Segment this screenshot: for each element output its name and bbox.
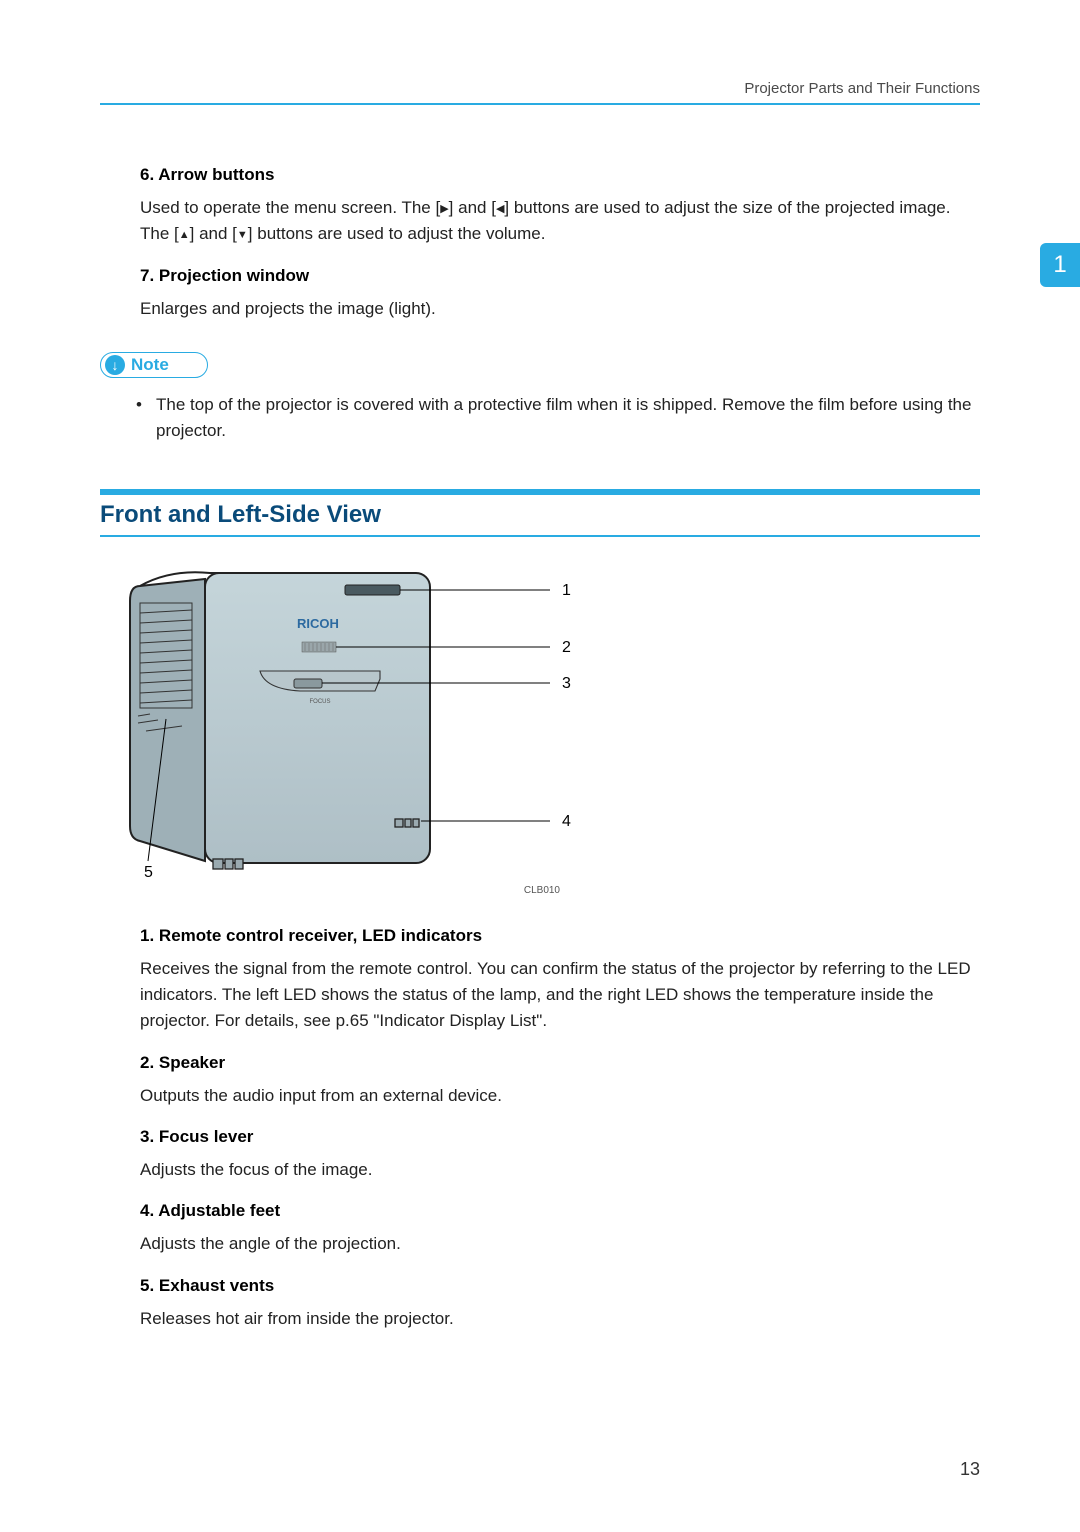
up-arrow-icon: ▲: [179, 229, 190, 241]
brand-logo: RICOH: [297, 616, 339, 631]
item-label: 7. Projection window: [140, 266, 980, 286]
chapter-tab: 1: [1040, 243, 1080, 287]
item-description: Adjusts the focus of the image.: [140, 1157, 980, 1183]
section-top-rule: [100, 489, 980, 495]
callout-5: 5: [144, 864, 153, 881]
callout-3: 3: [562, 675, 571, 692]
page-body: Projector Parts and Their Functions 6. A…: [100, 80, 980, 1472]
item-5: 5. Exhaust vents Releases hot air from i…: [100, 1276, 980, 1332]
focus-label: FOCUS: [310, 699, 331, 705]
top-item-7: 7. Projection window Enlarges and projec…: [100, 266, 980, 322]
callout-4: 4: [562, 813, 571, 830]
item-3: 3. Focus lever Adjusts the focus of the …: [100, 1127, 980, 1183]
item-label: 4. Adjustable feet: [140, 1201, 980, 1221]
item-description: Adjusts the angle of the projection.: [140, 1231, 980, 1257]
item-label: 1. Remote control receiver, LED indicato…: [140, 926, 980, 946]
item-label: 6. Arrow buttons: [140, 165, 980, 185]
item-label: 3. Focus lever: [140, 1127, 980, 1147]
note-label: Note: [131, 355, 169, 375]
down-arrow-icon: ▼: [237, 229, 248, 241]
figure-code: CLB010: [110, 885, 560, 896]
right-arrow-icon: ▶: [440, 203, 448, 215]
item-4: 4. Adjustable feet Adjusts the angle of …: [100, 1201, 980, 1257]
item-description: Used to operate the menu screen. The [▶]…: [140, 195, 980, 248]
note-text: The top of the projector is covered with…: [100, 392, 980, 445]
item-description: Releases hot air from inside the project…: [140, 1306, 980, 1332]
section-title: Front and Left-Side View: [100, 501, 980, 537]
item-description: Enlarges and projects the image (light).: [140, 296, 980, 322]
note-badge: ↓ Note: [100, 352, 208, 378]
item-description: Receives the signal from the remote cont…: [140, 956, 980, 1035]
item-label: 2. Speaker: [140, 1053, 980, 1073]
item-description: Outputs the audio input from an external…: [140, 1083, 980, 1109]
figure-front-left-view: RICOH FOCUS: [110, 561, 980, 896]
callout-2: 2: [562, 639, 571, 656]
page-number: 13: [960, 1459, 980, 1480]
item-1: 1. Remote control receiver, LED indicato…: [100, 926, 980, 1035]
content-area: 6. Arrow buttons Used to operate the men…: [100, 165, 980, 1332]
callout-1: 1: [562, 582, 571, 599]
section-header: Front and Left-Side View: [100, 489, 980, 537]
note-icon: ↓: [105, 355, 125, 375]
running-header: Projector Parts and Their Functions: [100, 80, 980, 105]
top-item-6: 6. Arrow buttons Used to operate the men…: [100, 165, 980, 248]
item-2: 2. Speaker Outputs the audio input from …: [100, 1053, 980, 1109]
item-label: 5. Exhaust vents: [140, 1276, 980, 1296]
